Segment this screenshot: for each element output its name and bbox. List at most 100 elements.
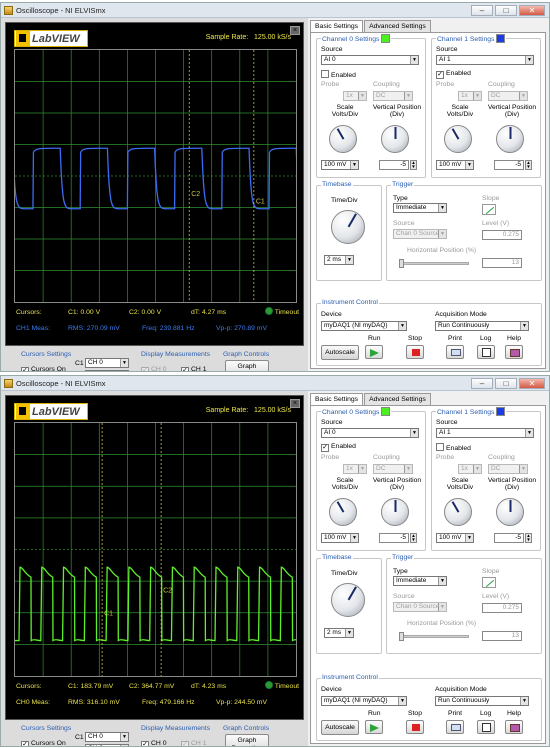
horizontal-position-field[interactable]: 13: [482, 631, 522, 641]
ch1-scale-knob[interactable]: [444, 125, 472, 153]
ch0-coupling-select[interactable]: DC ▼: [373, 464, 413, 474]
oscilloscope-graph[interactable]: C1 C2: [14, 422, 297, 677]
device-select[interactable]: myDAQ1 (NI myDAQ) ▼: [321, 696, 407, 706]
chevron-down-icon[interactable]: ▼: [519, 465, 527, 473]
ch1-vertical-position-field[interactable]: -5: [494, 533, 524, 543]
c2-channel-select[interactable]: CH 0 ▼: [85, 744, 129, 746]
panel-close-icon[interactable]: ×: [290, 399, 300, 408]
log-button[interactable]: [477, 720, 495, 734]
ch0-source-select[interactable]: AI 0 ▼: [321, 55, 419, 65]
ch0-vertical-position-field[interactable]: -5: [379, 533, 409, 543]
graph-properties-button[interactable]: Graph Properties: [225, 734, 269, 746]
graph-properties-button[interactable]: Graph Properties: [225, 360, 269, 371]
time-div-select[interactable]: 2 ms ▼: [324, 255, 354, 265]
ch0-enabled-check-icon[interactable]: [321, 70, 329, 78]
horizontal-position-slider[interactable]: [399, 632, 469, 641]
ch0-vertical-position-knob[interactable]: [381, 498, 409, 526]
chevron-down-icon[interactable]: ▼: [350, 161, 358, 169]
chevron-down-icon[interactable]: ▼: [120, 733, 128, 741]
trigger-type-select[interactable]: Immediate ▼: [393, 203, 447, 213]
chevron-down-icon[interactable]: ▼: [398, 322, 406, 330]
ch1-scale-knob[interactable]: [444, 498, 472, 526]
chevron-down-icon[interactable]: ▼: [438, 204, 446, 212]
ch0-scale-select[interactable]: 100 mV ▼: [321, 533, 359, 543]
chevron-down-icon[interactable]: ▼: [520, 322, 528, 330]
help-button[interactable]: [505, 720, 523, 734]
cursors-on-check-icon[interactable]: [21, 741, 29, 746]
acquisition-mode-select[interactable]: Run Continuously ▼: [435, 696, 529, 706]
chevron-down-icon[interactable]: ▼: [473, 465, 481, 473]
chevron-down-icon[interactable]: ▼: [120, 745, 128, 746]
panel-close-icon[interactable]: ×: [290, 26, 300, 35]
ch1-vertical-spinner[interactable]: ▲ ▼: [525, 160, 532, 170]
ch0-scale-select[interactable]: 100 mV ▼: [321, 160, 359, 170]
run-button[interactable]: [365, 345, 383, 359]
time-div-knob[interactable]: [331, 210, 365, 244]
graph-plot-area[interactable]: C1 C2: [15, 423, 296, 676]
title-bar[interactable]: Oscilloscope - NI ELVISmx – □ ✕: [1, 376, 549, 391]
ch0-enabled-checkbox[interactable]: Enabled: [321, 443, 356, 452]
chevron-down-icon[interactable]: ▼: [465, 161, 473, 169]
ch1-probe-select[interactable]: 1x ▼: [458, 91, 482, 101]
chevron-down-icon[interactable]: ▼: [438, 577, 446, 585]
ch0-vertical-position-field[interactable]: -5: [379, 160, 409, 170]
ch1-vertical-position-field[interactable]: -5: [494, 160, 524, 170]
ch0-probe-select[interactable]: 1x ▼: [343, 91, 367, 101]
print-button[interactable]: [446, 720, 464, 734]
chevron-down-icon[interactable]: ▼: [410, 56, 418, 64]
ch1-enabled-checkbox[interactable]: Enabled: [436, 443, 471, 452]
oscilloscope-graph[interactable]: C2 C1: [14, 49, 297, 303]
slider-thumb[interactable]: [399, 259, 404, 268]
ch0-scale-knob[interactable]: [329, 498, 357, 526]
chevron-down-icon[interactable]: ▼: [404, 465, 412, 473]
autoscale-button[interactable]: Autoscale: [321, 345, 359, 360]
ch1-enabled-checkbox[interactable]: Enabled: [436, 70, 471, 79]
slope-rising-icon[interactable]: [482, 577, 496, 588]
ch0-vertical-spinner[interactable]: ▲ ▼: [410, 533, 417, 543]
chevron-down-icon[interactable]: ▼: [404, 92, 412, 100]
device-select[interactable]: myDAQ1 (NI myDAQ) ▼: [321, 321, 407, 331]
close-button[interactable]: ✕: [519, 378, 545, 389]
trigger-level-field[interactable]: 0.275: [482, 603, 522, 613]
trigger-source-select[interactable]: Chan 0 Source ▼: [393, 229, 447, 239]
ch1-probe-select[interactable]: 1x ▼: [458, 464, 482, 474]
ch1-vertical-position-knob[interactable]: [496, 125, 524, 153]
ch1-source-select[interactable]: AI 1 ▼: [436, 428, 534, 438]
chevron-down-icon[interactable]: ▼: [358, 92, 366, 100]
chevron-down-icon[interactable]: ▼: [473, 92, 481, 100]
help-button[interactable]: [505, 345, 523, 359]
ch0-measure-checkbox[interactable]: CH 0: [141, 740, 167, 746]
chevron-down-icon[interactable]: ▼: [345, 256, 353, 264]
slider-thumb[interactable]: [399, 632, 404, 641]
graph-plot-area[interactable]: C2 C1: [15, 50, 296, 302]
chevron-down-icon[interactable]: ▼: [438, 603, 446, 611]
ch0-check-icon[interactable]: [141, 741, 149, 746]
ch0-probe-select[interactable]: 1x ▼: [343, 464, 367, 474]
chevron-down-icon[interactable]: ▼: [465, 534, 473, 542]
chevron-down-icon[interactable]: ▼: [519, 92, 527, 100]
chevron-down-icon[interactable]: ▼: [120, 359, 128, 367]
chevron-down-icon[interactable]: ▼: [438, 230, 446, 238]
ch1-vertical-position-knob[interactable]: [496, 498, 524, 526]
horizontal-position-slider[interactable]: [399, 259, 469, 268]
trigger-source-select[interactable]: Chan 0 Source ▼: [393, 602, 447, 612]
ch1-enabled-check-icon[interactable]: [436, 71, 444, 79]
log-button[interactable]: [477, 345, 495, 359]
chevron-down-icon[interactable]: ▼: [345, 629, 353, 637]
ch0-enabled-checkbox[interactable]: Enabled: [321, 70, 356, 79]
ch1-scale-select[interactable]: 100 mV ▼: [436, 533, 474, 543]
print-button[interactable]: [446, 345, 464, 359]
maximize-button[interactable]: □: [495, 5, 517, 16]
title-bar[interactable]: Oscilloscope - NI ELVISmx – □ ✕: [1, 3, 549, 18]
chevron-down-icon[interactable]: ▼: [358, 465, 366, 473]
minimize-button[interactable]: –: [471, 378, 493, 389]
chevron-down-icon[interactable]: ▼: [520, 697, 528, 705]
ch1-check-icon[interactable]: [181, 741, 189, 746]
horizontal-position-field[interactable]: 13: [482, 258, 522, 268]
close-button[interactable]: ✕: [519, 5, 545, 16]
ch1-coupling-select[interactable]: DC ▼: [488, 464, 528, 474]
stop-button[interactable]: [406, 345, 424, 359]
tab-advanced-settings[interactable]: Advanced Settings: [364, 393, 431, 405]
ch0-coupling-select[interactable]: DC ▼: [373, 91, 413, 101]
trigger-type-select[interactable]: Immediate ▼: [393, 576, 447, 586]
